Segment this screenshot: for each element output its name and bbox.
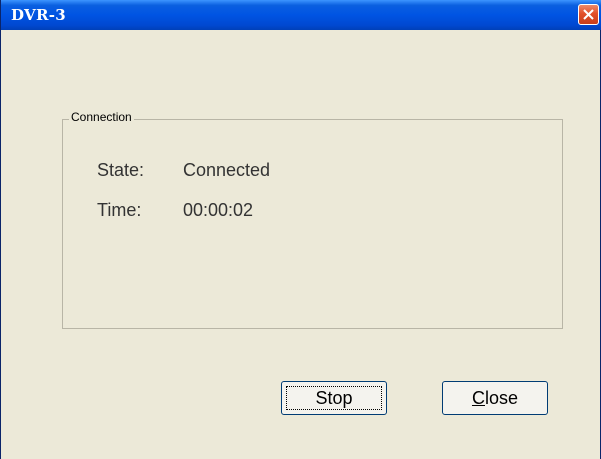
close-mnemonic: C <box>471 387 485 408</box>
time-label: Time: <box>97 200 142 220</box>
stop-button-label: Stop <box>315 387 353 408</box>
connection-groupbox <box>62 119 563 329</box>
close-button[interactable]: Close <box>442 381 548 415</box>
close-label-rest: lose <box>484 387 519 408</box>
window-title: DVR-3 <box>11 6 67 24</box>
title-bar[interactable]: DVR-3 <box>1 0 601 30</box>
dialog-window: DVR-3 Connection State: Connected Time: … <box>0 0 601 459</box>
connection-group-title: Connection <box>69 110 134 124</box>
title-close-button[interactable] <box>578 4 599 25</box>
close-icon <box>583 9 594 20</box>
time-value: 00:00:02 <box>183 200 254 220</box>
state-label: State: <box>97 160 145 180</box>
state-value: Connected <box>183 160 271 180</box>
stop-button[interactable]: Stop <box>281 381 387 415</box>
close-button-label: Close <box>472 388 518 408</box>
